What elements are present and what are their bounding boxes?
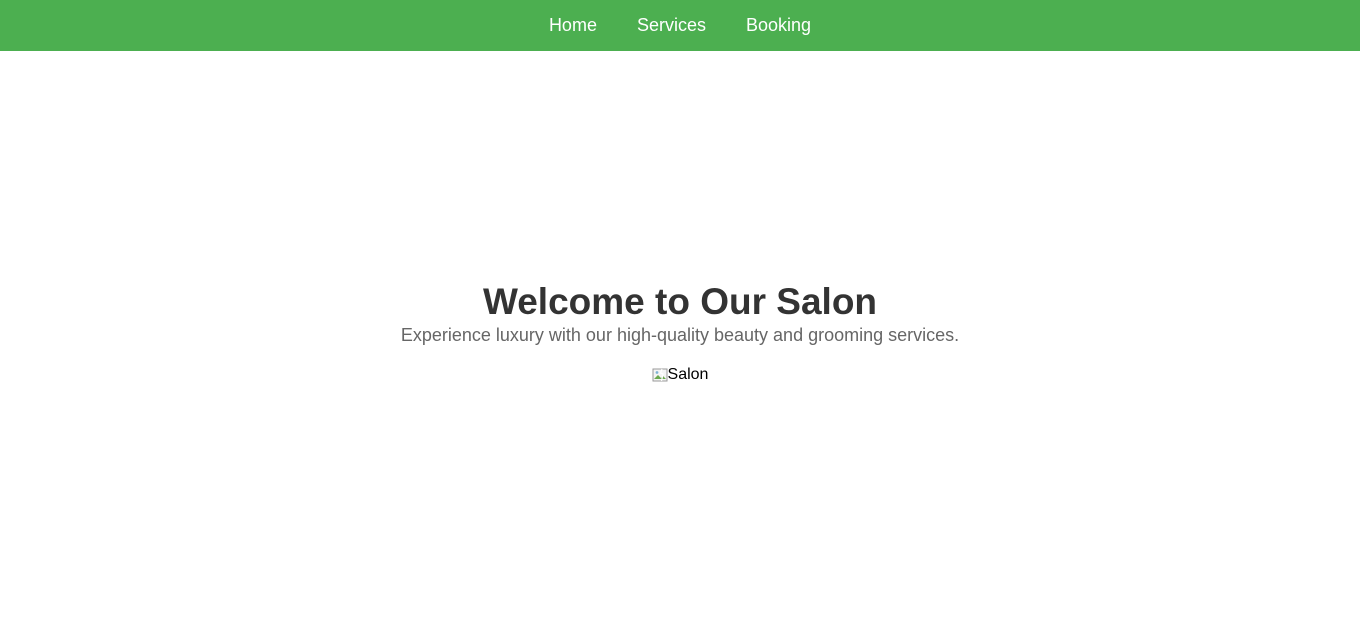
nav-link-booking[interactable]: Booking bbox=[746, 0, 811, 51]
nav-link-home[interactable]: Home bbox=[549, 0, 597, 51]
hero-section: Welcome to Our Salon Experience luxury w… bbox=[0, 280, 1360, 388]
salon-image-placeholder: Salon bbox=[652, 365, 709, 385]
image-alt-text: Salon bbox=[667, 366, 709, 383]
page-title: Welcome to Our Salon bbox=[482, 281, 878, 322]
broken-image-icon bbox=[652, 367, 668, 383]
top-navbar: Home Services Booking bbox=[0, 0, 1360, 51]
hero-subtitle: Experience luxury with our high-quality … bbox=[400, 325, 960, 345]
nav-link-services[interactable]: Services bbox=[637, 0, 706, 51]
